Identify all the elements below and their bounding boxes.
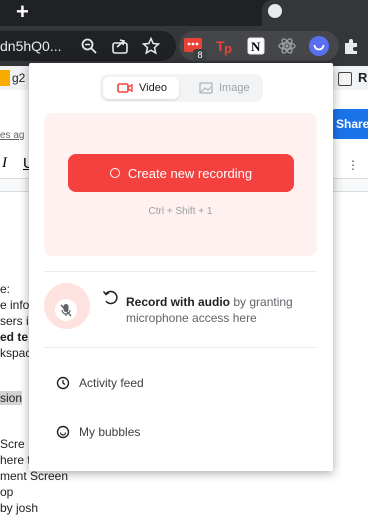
doc-line: kspac [0,346,32,360]
recording-panel: Create new recording Ctrl + Shift + 1 [44,113,317,256]
zoom-icon[interactable] [80,37,98,55]
audio-permission-text[interactable]: Record with audio by granting microphone… [126,294,326,326]
doc-line: ment Screen [0,469,69,483]
tab-favicon-icon [268,4,282,18]
more-options-icon[interactable]: ⋮ [347,158,359,172]
record-circle-icon [109,168,120,178]
video-camera-icon [117,83,133,93]
divider [44,347,317,348]
doc-line: by josh [0,501,39,515]
menu-item-activity-feed[interactable]: Activity feed [56,376,144,390]
share-button[interactable]: Share [330,109,368,139]
recorder-extension-icon[interactable] [309,36,329,56]
svg-text:N: N [251,39,261,54]
doc-line: Scre [0,437,25,451]
doc-last-edit[interactable]: es ag [0,130,24,141]
bookmark-right-label[interactable]: R [358,70,367,85]
doc-line: sion [0,391,23,405]
menu-item-label: Activity feed [79,376,144,390]
share-icon[interactable] [111,37,129,55]
undo-arrow-icon [102,290,118,305]
mode-switch: Video Image [100,74,263,102]
url-text: dn5hQ0... [0,38,62,54]
tab-image[interactable]: Image [185,77,259,99]
bubble-icon [56,425,70,439]
create-recording-label: Create new recording [127,165,253,181]
image-icon [199,82,213,94]
menu-item-label: My bubbles [79,425,141,439]
clock-icon [56,376,70,390]
doc-line: ed te [0,330,29,344]
react-devtools-icon[interactable] [277,36,297,56]
doc-line: op [0,485,14,499]
menu-item-my-bubbles[interactable]: My bubbles [56,425,140,439]
new-tab-plus-icon[interactable]: + [16,1,29,23]
browser-tab[interactable] [262,0,368,26]
microphone-muted-icon [60,304,72,317]
doc-line: e: [0,282,11,296]
recorder-popup: Video Image Create new recording Ctrl + … [29,63,333,471]
divider [44,271,317,272]
doc-line: sers i [0,314,29,328]
tp-extension-icon[interactable]: T p [215,36,235,56]
notification-badge: 8 [193,49,207,61]
bookmark-folder-icon[interactable] [0,70,10,86]
create-recording-button[interactable]: Create new recording [68,154,294,192]
tab-video[interactable]: Video [103,77,179,99]
reading-list-icon[interactable] [338,72,352,86]
puzzle-extensions-icon[interactable] [342,36,362,56]
italic-button[interactable]: I [2,155,7,172]
shortcut-hint: Ctrl + Shift + 1 [148,206,213,217]
notion-extension-icon[interactable]: N [246,36,266,56]
tab-image-label: Image [219,82,250,94]
browser-titlebar: + [0,0,368,26]
svg-text:p: p [224,41,232,56]
bookmark-label[interactable]: g2 [12,71,25,85]
audio-title: Record with audio [126,295,231,309]
bookmark-star-icon[interactable] [142,37,160,55]
tab-video-label: Video [139,82,167,94]
mic-toggle-button[interactable] [55,299,77,321]
